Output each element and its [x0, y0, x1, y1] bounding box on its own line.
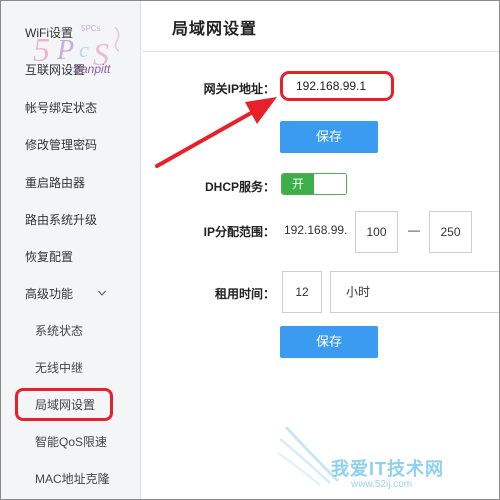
ip-range-prefix: 192.168.99.	[284, 223, 348, 237]
title-divider	[142, 51, 499, 52]
sidebar-item-qos[interactable]: 智能QoS限速	[35, 432, 107, 452]
sidebar-item-upgrade[interactable]: 路由系统升级	[25, 210, 97, 230]
sidebar-item-account-binding[interactable]: 帐号绑定状态	[25, 98, 97, 118]
gateway-ip-input[interactable]: 192.168.99.1	[280, 71, 394, 101]
save-button-dhcp[interactable]: 保存	[280, 326, 378, 358]
gateway-ip-label: 网关IP地址：	[203, 82, 275, 96]
sidebar-item-advanced[interactable]: 高级功能	[25, 284, 73, 304]
lease-unit-field[interactable]: 小时	[330, 271, 499, 313]
lease-time-label: 租用时间：	[214, 287, 275, 301]
page-title: 局域网设置	[172, 21, 258, 38]
svg-text:P: P	[56, 35, 74, 66]
svg-text:5PCs: 5PCs	[81, 24, 101, 33]
ip-range-start-input[interactable]: 100	[355, 211, 398, 253]
watermark-url: www.52ij.com	[351, 479, 413, 490]
ip-range-separator: —	[408, 223, 420, 237]
sidebar: WiFi设置 互联网设置 帐号绑定状态 修改管理密码 重启路由器 路由系统升级 …	[1, 1, 141, 499]
save-button-gateway[interactable]: 保存	[280, 121, 378, 153]
sidebar-item-mac-clone[interactable]: MAC地址克隆	[35, 469, 110, 489]
ip-range-label: IP分配范围：	[203, 225, 275, 239]
dhcp-toggle[interactable]: 开	[281, 173, 347, 195]
lease-time-input[interactable]: 12	[282, 271, 322, 313]
sidebar-item-wireless-repeater[interactable]: 无线中继	[35, 358, 83, 378]
ip-range-end-input[interactable]: 250	[429, 211, 472, 253]
active-item-highlight	[15, 388, 113, 421]
svg-text:5: 5	[33, 32, 50, 69]
chevron-down-icon[interactable]	[97, 288, 107, 298]
sanpitt-logo-text: Sanpitt	[73, 62, 111, 76]
sidebar-item-restore[interactable]: 恢复配置	[25, 247, 73, 267]
sidebar-item-system-status[interactable]: 系统状态	[35, 321, 83, 341]
sidebar-item-reboot[interactable]: 重启路由器	[25, 173, 85, 193]
dhcp-label: DHCP服务：	[204, 180, 275, 194]
dhcp-toggle-on-label: 开	[282, 174, 314, 194]
svg-text:c: c	[79, 37, 89, 62]
sidebar-item-admin-password[interactable]: 修改管理密码	[25, 135, 97, 155]
watermark-text: 我爱IT技术网	[331, 459, 444, 479]
router-admin-window: WiFi设置 互联网设置 帐号绑定状态 修改管理密码 重启路由器 路由系统升级 …	[0, 0, 500, 500]
